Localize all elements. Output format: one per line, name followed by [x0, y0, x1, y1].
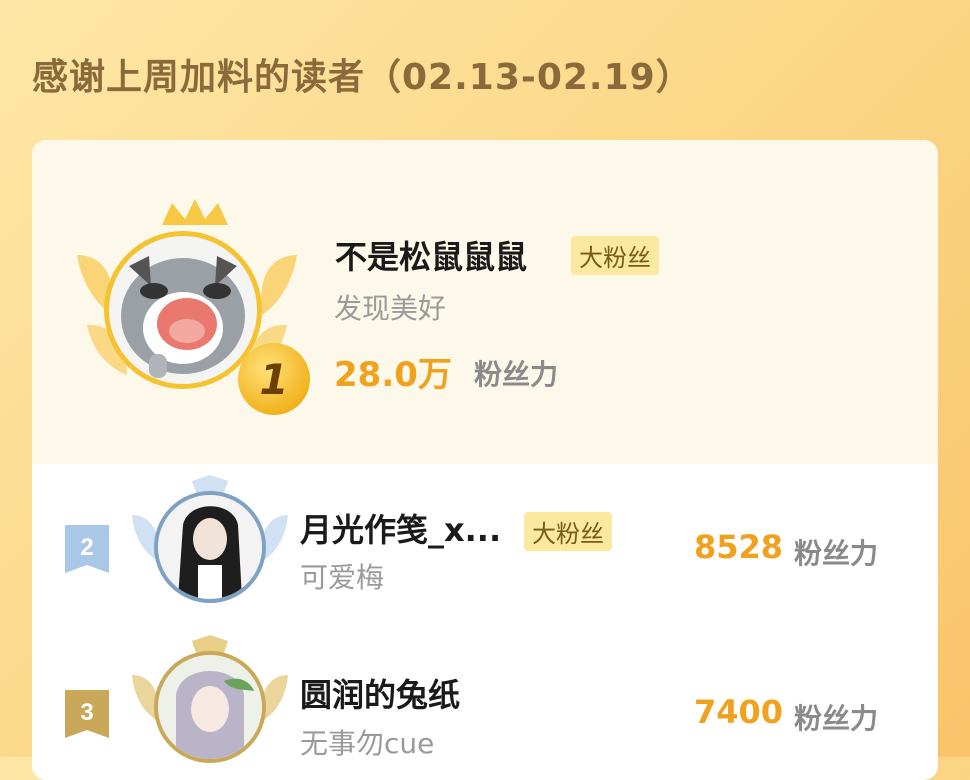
top-reader-fan-power-value: 28.0万 — [334, 355, 452, 395]
top-reader-name[interactable]: 不是松鼠鼠鼠 — [335, 232, 527, 278]
leaderboard-card: 1 不是松鼠鼠鼠 大粉丝 发现美好 28.0万 粉丝力 2 月光作笺_x... … — [32, 140, 938, 780]
reader-2-fan-power-value: 8528 — [694, 528, 784, 566]
page-title: 感谢上周加料的读者（02.13-02.19） — [32, 57, 693, 98]
reader-2-name[interactable]: 月光作笺_x... — [300, 505, 501, 551]
reader-3-subtitle: 无事勿cue — [300, 727, 435, 760]
reader-2-subtitle: 可爱梅 — [300, 561, 385, 594]
reader-3-name[interactable]: 圆润的兔纸 — [300, 670, 460, 716]
top-reader-avatar[interactable] — [104, 231, 262, 389]
reader-2-avatar[interactable] — [154, 491, 266, 603]
person-avatar-icon — [158, 495, 262, 599]
reader-3-avatar-frame — [130, 635, 290, 775]
top-reader-avatar-frame: 1 — [72, 195, 310, 415]
top-reader-fan-power-label: 粉丝力 — [474, 358, 559, 391]
big-fan-badge: 大粉丝 — [571, 236, 659, 275]
rank-3-ribbon-icon: 3 — [65, 690, 109, 738]
reader-3-fan-power-label: 粉丝力 — [794, 702, 879, 735]
big-fan-badge: 大粉丝 — [524, 512, 612, 551]
top-reader-subtitle: 发现美好 — [334, 292, 447, 325]
reader-2-avatar-frame — [130, 475, 290, 615]
rank-3-number: 3 — [80, 699, 93, 726]
rank-2-number: 2 — [80, 534, 93, 561]
raccoon-avatar-icon — [121, 256, 245, 378]
reader-3-fan-power-value: 7400 — [694, 693, 784, 731]
rank-2-ribbon-icon: 2 — [65, 525, 109, 573]
rank-1-medal-icon: 1 — [238, 343, 310, 415]
reader-2-fan-power-label: 粉丝力 — [794, 537, 879, 570]
person-avatar-icon — [158, 655, 262, 759]
reader-3-avatar[interactable] — [154, 651, 266, 763]
